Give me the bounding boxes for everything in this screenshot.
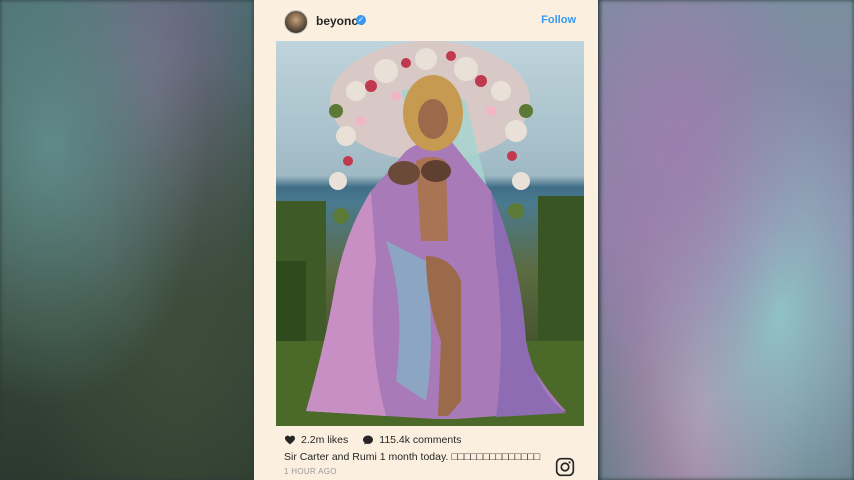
post-caption: Sir Carter and Rumi 1 month today. □□□□□… (284, 451, 541, 463)
comments-count[interactable]: 115.4k comments (379, 434, 461, 446)
comment-bubble-icon[interactable] (362, 434, 374, 446)
post-timestamp: 1 HOUR AGO (284, 467, 337, 476)
blurred-background-right (600, 0, 854, 480)
post-header: beyonce ✓ Follow (254, 0, 598, 42)
heart-icon[interactable] (284, 434, 296, 446)
follow-button[interactable]: Follow (541, 14, 576, 26)
likes-count[interactable]: 2.2m likes (301, 434, 348, 446)
instagram-logo-icon[interactable] (555, 457, 575, 477)
verified-badge-icon: ✓ (356, 15, 366, 25)
avatar[interactable] (284, 10, 308, 34)
blurred-background-left (0, 0, 254, 480)
instagram-post-card: beyonce ✓ Follow 2.2m likes 115.4k comme… (254, 0, 598, 480)
post-actions: 2.2m likes 115.4k comments (284, 433, 475, 447)
post-photo[interactable] (276, 41, 584, 426)
